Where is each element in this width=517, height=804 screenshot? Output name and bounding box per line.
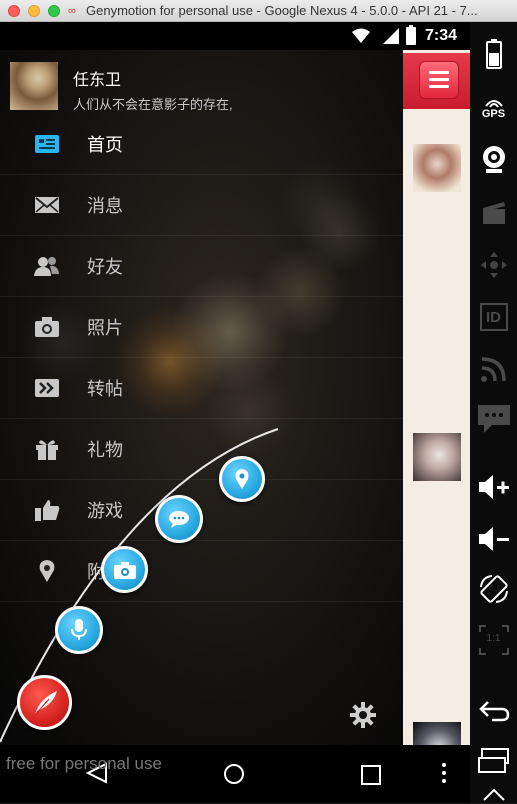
signal-icon — [383, 28, 399, 44]
menu-item-label: 礼物 — [87, 440, 123, 460]
volume-down-button[interactable] — [470, 522, 517, 556]
message-bubble-icon — [477, 405, 510, 433]
gps-widget-button[interactable]: GPS — [470, 92, 517, 126]
zoom-window-button[interactable] — [48, 5, 60, 17]
location-pin-icon — [235, 469, 249, 489]
drawer-menu: 首页 消息 好友 照片 转帖 礼物 游戏 附 — [0, 114, 403, 602]
thumbs-up-icon — [35, 500, 60, 521]
menu-item-label: 首页 — [87, 135, 123, 155]
home-house-icon — [482, 788, 505, 801]
menu-item-label: 照片 — [87, 318, 123, 338]
status-bar: 7:34 — [0, 22, 470, 50]
chat-fab-button[interactable] — [155, 495, 203, 543]
battery-icon — [406, 25, 416, 45]
main-content-peek[interactable] — [403, 50, 470, 770]
feather-icon — [34, 690, 57, 715]
recent-apps-hw-button[interactable] — [470, 744, 517, 778]
mail-icon — [35, 197, 59, 213]
camera-icon — [35, 317, 59, 337]
scale-ratio-icon: 1:1 — [478, 624, 510, 656]
clapperboard-icon — [482, 202, 505, 224]
settings-gear-icon[interactable] — [350, 702, 376, 728]
gps-label: GPS — [481, 108, 506, 120]
menu-item-friends[interactable]: 好友 — [0, 236, 403, 297]
battery-icon — [485, 39, 502, 69]
rotate-button[interactable] — [470, 572, 517, 606]
user-name: 任东卫 — [73, 72, 122, 89]
gps-signal-icon — [484, 100, 503, 108]
home-hw-button[interactable] — [470, 784, 517, 804]
overflow-dots-icon[interactable] — [441, 762, 447, 784]
friends-icon — [34, 257, 59, 276]
minimize-window-button[interactable] — [28, 5, 40, 17]
sms-widget-button[interactable] — [470, 402, 517, 436]
camera-fab-button[interactable] — [101, 546, 148, 593]
menu-item-label: 游戏 — [87, 501, 123, 521]
window-title: Genymotion for personal use - Google Nex… — [86, 3, 478, 18]
watermark-text: free for personal use — [6, 754, 162, 773]
rss-icon — [480, 357, 506, 382]
menu-item-label: 消息 — [87, 196, 123, 216]
camera-icon — [113, 561, 136, 579]
id-label: ID — [479, 303, 508, 331]
menu-item-label: 好友 — [87, 257, 123, 277]
webcam-widget-button[interactable] — [470, 142, 517, 176]
status-time: 7:34 — [425, 27, 458, 44]
home-circle-icon[interactable] — [223, 763, 245, 785]
menu-item-home[interactable]: 首页 — [0, 114, 403, 175]
forward-icon — [35, 379, 59, 397]
device-id-widget-button[interactable]: ID — [470, 300, 517, 334]
pixel-perfect-button[interactable]: 1:1 — [470, 622, 517, 658]
genymotion-toolbar: GPS ID 1:1 — [470, 22, 517, 803]
feed-thumbnail[interactable] — [413, 433, 461, 481]
user-signature: 人们从不会在意影子的存在, — [73, 97, 233, 112]
dpad-icon — [480, 252, 507, 278]
back-arrow-icon — [478, 701, 509, 722]
menu-item-messages[interactable]: 消息 — [0, 175, 403, 236]
home-icon — [35, 135, 59, 153]
gift-icon — [36, 440, 58, 460]
hamburger-menu-icon — [419, 61, 459, 99]
compose-fab-button[interactable] — [17, 675, 72, 730]
menu-item-label: 转帖 — [87, 379, 123, 399]
webcam-icon — [482, 146, 505, 173]
wifi-icon — [352, 28, 370, 43]
remote-control-widget-button[interactable] — [470, 248, 517, 282]
drawer-toggle-button[interactable] — [403, 53, 470, 109]
volume-down-icon — [478, 527, 509, 551]
location-pin-icon — [39, 560, 55, 582]
menu-item-photos[interactable]: 照片 — [0, 297, 403, 358]
chat-bubble-icon — [169, 511, 189, 528]
profile-header[interactable]: 任东卫 人们从不会在意影子的存在, — [0, 50, 403, 112]
menu-item-gifts[interactable]: 礼物 — [0, 419, 403, 480]
volume-up-button[interactable] — [470, 470, 517, 504]
screencast-widget-button[interactable] — [470, 196, 517, 228]
window-titlebar: ∞ Genymotion for personal use - Google N… — [0, 0, 517, 22]
microphone-icon — [71, 619, 87, 640]
menu-item-nearby[interactable]: 附 — [0, 541, 403, 602]
feed-thumbnail[interactable] — [413, 144, 461, 192]
device-screen: 7:34 任东卫 人们从不会在意影子的存在, 首页 消息 好友 照片 转帖 礼物… — [0, 22, 470, 803]
back-hw-button[interactable] — [470, 694, 517, 728]
battery-widget-button[interactable] — [470, 36, 517, 72]
network-widget-button[interactable] — [470, 352, 517, 386]
volume-up-icon — [478, 475, 509, 499]
rotate-icon — [479, 575, 508, 603]
close-window-button[interactable] — [8, 5, 20, 17]
voice-fab-button[interactable] — [55, 606, 103, 654]
avatar[interactable] — [10, 62, 58, 110]
recents-square-icon[interactable] — [361, 765, 381, 785]
location-fab-button[interactable] — [219, 456, 265, 502]
recent-apps-icon — [477, 748, 509, 773]
ratio-label: 1:1 — [486, 633, 501, 644]
genymotion-logo-icon: ∞ — [68, 5, 76, 17]
menu-item-reposts[interactable]: 转帖 — [0, 358, 403, 419]
